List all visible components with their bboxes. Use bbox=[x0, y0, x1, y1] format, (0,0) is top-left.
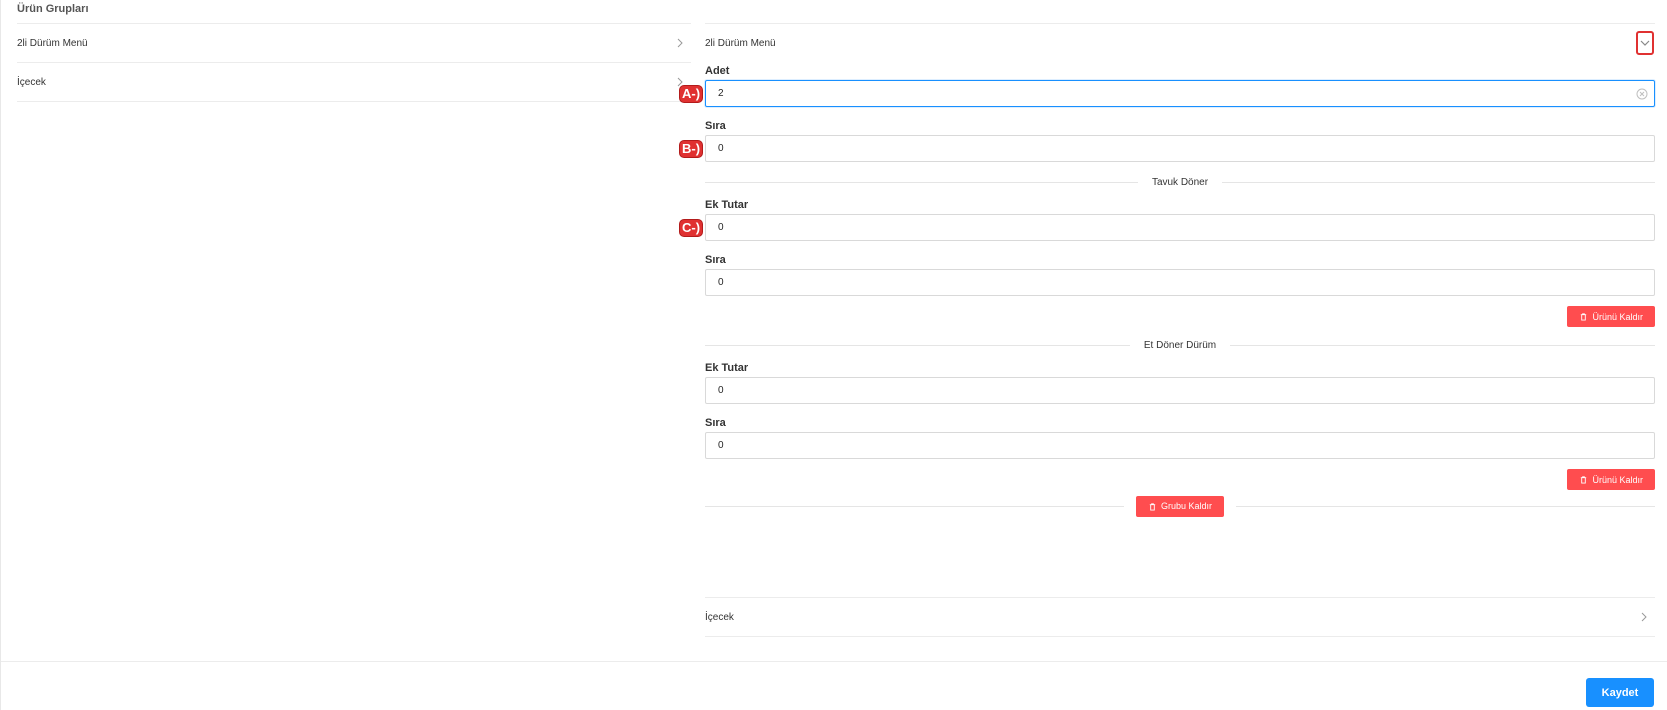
adet-input[interactable]: 2 bbox=[705, 80, 1655, 107]
remove-product-label: Ürünü Kaldır bbox=[1592, 311, 1643, 322]
remove-product-button[interactable]: Ürünü Kaldır bbox=[1567, 306, 1655, 327]
left-list-item-label: 2li Dürüm Menü bbox=[17, 37, 88, 49]
product-sira-label: Sıra bbox=[705, 254, 726, 266]
sira-input-value: 0 bbox=[718, 143, 724, 154]
remove-group-label: Grubu Kaldır bbox=[1160, 501, 1213, 511]
chevron-right-icon bbox=[1641, 612, 1647, 622]
product-sira-label: Sıra bbox=[705, 417, 726, 429]
group-divider: Grubu Kaldır bbox=[705, 495, 1655, 517]
sira-field-row: B-) 0 bbox=[679, 135, 1655, 162]
product-actions: Ürünü Kaldır bbox=[705, 469, 1655, 490]
ek-tutar-input[interactable]: 0 bbox=[705, 214, 1655, 241]
remove-product-button[interactable]: Ürünü Kaldır bbox=[1567, 469, 1655, 490]
product-sira-input-value: 0 bbox=[718, 440, 724, 451]
chevron-right-icon bbox=[677, 38, 683, 48]
adet-input-value: 2 bbox=[718, 88, 724, 99]
clear-icon[interactable] bbox=[1636, 88, 1648, 100]
ek-tutar-label: Ek Tutar bbox=[705, 362, 749, 374]
section-title: Ürün Grupları bbox=[17, 3, 89, 15]
chevron-down-icon bbox=[1640, 40, 1650, 46]
group-list-item-label: İçecek bbox=[705, 611, 734, 623]
remove-product-label: Ürünü Kaldır bbox=[1592, 474, 1643, 485]
ek-tutar-label: Ek Tutar bbox=[705, 199, 749, 211]
collapse-button[interactable] bbox=[1636, 31, 1654, 55]
product-name: Et Döner Dürüm bbox=[1143, 339, 1217, 351]
left-list-item-label: İçecek bbox=[17, 76, 46, 88]
ek-tutar-field-row: C-) 0 bbox=[679, 214, 1655, 241]
product-sira-input[interactable]: 0 bbox=[705, 432, 1655, 459]
product-name: Tavuk Döner bbox=[1151, 176, 1209, 188]
trash-icon bbox=[1581, 313, 1587, 321]
left-group-list: 2li Dürüm Menü İçecek bbox=[17, 23, 691, 102]
product-groups-page: Ürün Grupları 2li Dürüm Menü İçecek 2li … bbox=[0, 0, 1667, 710]
product-sira-field-row: 0 bbox=[705, 269, 1655, 296]
group-detail-panel: 2li Dürüm Menü Adet A-) 2 Sıra B-) 0 Tav… bbox=[679, 23, 1656, 520]
ek-tutar-input-value: 0 bbox=[718, 385, 724, 396]
adet-field-row: A-) 2 bbox=[679, 80, 1655, 107]
product-actions: Ürünü Kaldır bbox=[705, 306, 1655, 327]
product-sira-input[interactable]: 0 bbox=[705, 269, 1655, 296]
trash-icon bbox=[1149, 502, 1156, 511]
product-divider: Et Döner Dürüm bbox=[705, 335, 1655, 355]
adet-label: Adet bbox=[705, 65, 730, 77]
footer: Kaydet bbox=[1, 661, 1667, 710]
ek-tutar-input[interactable]: 0 bbox=[705, 377, 1655, 404]
ek-tutar-field-row: 0 bbox=[705, 377, 1655, 404]
product-divider: Tavuk Döner bbox=[705, 172, 1656, 192]
left-list-item[interactable]: 2li Dürüm Menü bbox=[17, 23, 691, 62]
product-sira-input-value: 0 bbox=[718, 277, 724, 288]
product-sira-field-row: 0 bbox=[705, 432, 1655, 459]
group-title: 2li Dürüm Menü bbox=[705, 37, 776, 49]
left-list-item[interactable]: İçecek bbox=[17, 62, 691, 102]
marker-a: A-) bbox=[679, 84, 704, 103]
save-button[interactable]: Kaydet bbox=[1586, 678, 1654, 707]
ek-tutar-input-value: 0 bbox=[718, 222, 724, 233]
marker-b: B-) bbox=[679, 139, 704, 158]
group-list-item[interactable]: İçecek bbox=[705, 597, 1655, 637]
remove-group-button[interactable]: Grubu Kaldır bbox=[1135, 495, 1225, 517]
trash-icon bbox=[1581, 476, 1587, 484]
sira-input[interactable]: 0 bbox=[705, 135, 1655, 162]
sira-label: Sıra bbox=[705, 120, 726, 132]
marker-c: C-) bbox=[679, 218, 704, 237]
group-header[interactable]: 2li Dürüm Menü bbox=[705, 23, 1655, 62]
